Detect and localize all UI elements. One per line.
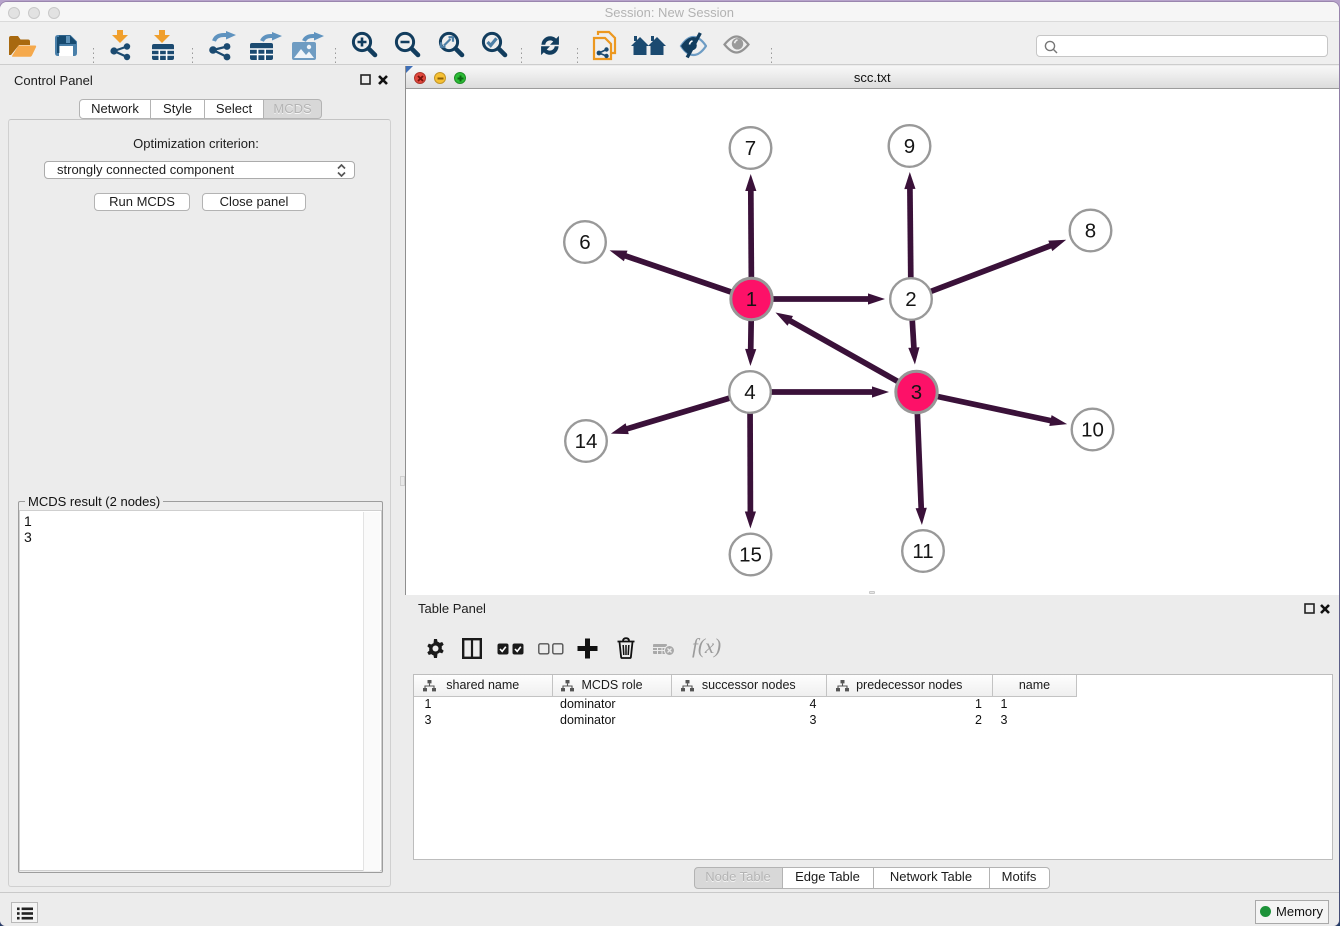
svg-text:10: 10 — [1081, 419, 1104, 442]
svg-text:1: 1 — [746, 288, 757, 311]
svg-text:9: 9 — [904, 135, 915, 158]
svg-text:8: 8 — [1085, 220, 1096, 243]
svg-text:7: 7 — [745, 137, 756, 160]
svg-text:4: 4 — [744, 381, 755, 404]
svg-text:11: 11 — [912, 540, 933, 563]
svg-text:15: 15 — [739, 544, 762, 567]
svg-text:14: 14 — [575, 430, 598, 453]
svg-text:6: 6 — [579, 231, 590, 254]
svg-text:3: 3 — [911, 381, 922, 404]
svg-text:2: 2 — [905, 288, 916, 311]
